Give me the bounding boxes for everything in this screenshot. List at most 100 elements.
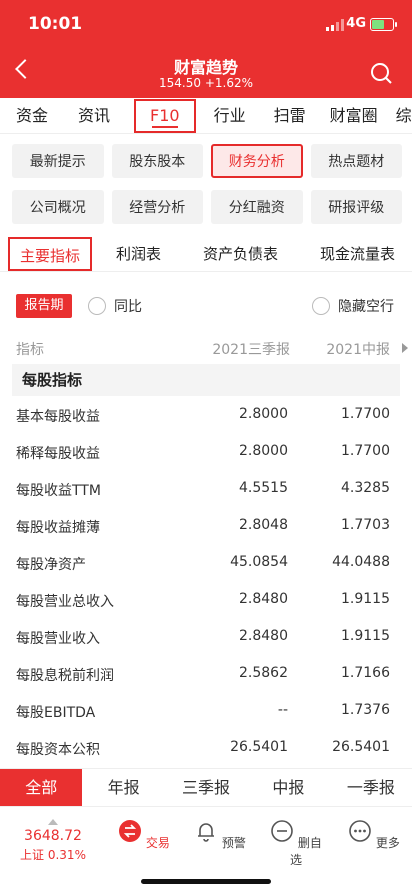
row-name: 稀释每股收益	[16, 446, 100, 462]
row-value-1: 26.5401	[230, 739, 288, 755]
nav-more-label: 更多	[375, 836, 400, 850]
tab-cash-flow[interactable]: 现金流量表	[310, 237, 405, 271]
financial-analysis-button[interactable]: 财务分析	[211, 144, 303, 178]
page-title: 财富趋势	[173, 58, 238, 77]
nav-remove-watchlist[interactable]: 删自选	[266, 819, 326, 868]
scroll-right-icon[interactable]	[402, 343, 408, 353]
hide-empty-radio[interactable]	[312, 297, 330, 315]
battery-icon	[370, 18, 397, 31]
tab-industry[interactable]: 行业	[196, 98, 256, 133]
hide-empty-label: 隐藏空行	[338, 299, 394, 315]
row-value-2: 1.7700	[341, 443, 390, 459]
period-annual-button[interactable]: 年报	[82, 769, 164, 806]
nav-remove-label: 删自选	[289, 836, 322, 867]
shareholder-button[interactable]: 股东股本	[111, 144, 203, 178]
tab-news[interactable]: 资讯	[58, 98, 120, 133]
row-name: 每股EBITDA	[16, 705, 96, 721]
row-value-1: 45.0854	[230, 554, 288, 570]
table-row[interactable]: 稀释每股收益 2.8000 1.7700	[0, 433, 412, 470]
index-ticker[interactable]: 3648.72 上证 0.31%	[18, 819, 88, 863]
row-name: 每股营业总收入	[16, 594, 114, 610]
tab-wealth-circle[interactable]: 财富圈	[316, 98, 388, 133]
table-row[interactable]: 每股收益摊薄 2.8048 1.7703	[0, 507, 412, 544]
table-row[interactable]: 每股营业总收入 2.8480 1.9115	[0, 581, 412, 618]
app-header: 10:01 4G 财富趋势 154.50 +1.62%	[0, 0, 412, 98]
nav-trade-label: 交易	[145, 836, 170, 850]
row-value-1: 4.5515	[239, 480, 288, 496]
table-row[interactable]: 每股营业收入 2.8480 1.9115	[0, 618, 412, 655]
period-q3-button[interactable]: 三季报	[165, 769, 247, 806]
research-rating-button[interactable]: 研报评级	[310, 190, 402, 224]
row-value-1: 2.8480	[239, 591, 288, 607]
hot-topics-button[interactable]: 热点题材	[310, 144, 402, 178]
row-value-2: 1.7376	[341, 702, 390, 718]
row-value-1: 2.8000	[239, 406, 288, 422]
tab-more[interactable]: 综	[388, 98, 412, 133]
header-indicator: 指标	[16, 342, 44, 358]
nav-alert[interactable]: 预警	[190, 819, 250, 851]
row-value-2: 1.7703	[341, 517, 390, 533]
company-overview-button[interactable]: 公司概况	[12, 190, 104, 224]
table-row[interactable]: 每股净资产 45.0854 44.0488	[0, 544, 412, 581]
home-indicator	[141, 879, 271, 884]
nav-trade[interactable]: 交易	[114, 819, 174, 851]
yoy-radio[interactable]	[88, 297, 106, 315]
minus-circle-icon	[271, 820, 293, 842]
tab-funds[interactable]: 资金	[0, 98, 58, 133]
tab-key-indicators[interactable]: 主要指标	[8, 236, 93, 271]
bottom-nav: 3648.72 上证 0.31% 交易 预警 删自选 更多	[0, 806, 412, 892]
row-name: 每股收益TTM	[16, 483, 101, 499]
table-row[interactable]: 每股资本公积 26.5401 26.5401	[0, 729, 412, 766]
row-value-2: 1.7166	[341, 665, 390, 681]
row-value-2: 1.9115	[341, 591, 390, 607]
row-name: 每股营业收入	[16, 631, 100, 647]
row-value-2: 26.5401	[332, 739, 390, 755]
period-all-button[interactable]: 全部	[0, 769, 83, 806]
row-name: 每股收益摊薄	[16, 520, 100, 536]
row-name: 每股净资产	[16, 557, 86, 573]
latest-tips-button[interactable]: 最新提示	[12, 144, 104, 178]
operation-analysis-button[interactable]: 经营分析	[111, 190, 203, 224]
row-name: 每股资本公积	[16, 742, 100, 758]
stock-change: +1.62%	[204, 76, 253, 90]
price-line: 154.50 +1.62%	[0, 76, 412, 90]
period-h1-button[interactable]: 中报	[247, 769, 329, 806]
more-icon	[349, 820, 371, 842]
tab-balance-sheet[interactable]: 资产负债表	[193, 237, 288, 271]
index-value: 3648.72	[24, 828, 82, 844]
row-value-2: 44.0488	[332, 554, 390, 570]
stock-price: 154.50	[158, 76, 201, 90]
table-body: 基本每股收益 2.8000 1.7700 稀释每股收益 2.8000 1.7700 每股…	[0, 396, 412, 766]
header-h1-2021: 2021中报	[326, 342, 390, 358]
function-grid: 最新提示 股东股本 财务分析 热点题材 公司概况 经营分析 分红融资 研报评级	[12, 144, 402, 224]
tab-income-statement[interactable]: 利润表	[106, 237, 171, 271]
filter-row: 报告期 同比 隐藏空行	[0, 286, 412, 326]
report-period-button[interactable]: 报告期	[16, 294, 72, 318]
period-q1-button[interactable]: 一季报	[330, 769, 412, 806]
table-row[interactable]: 基本每股收益 2.8000 1.7700	[0, 396, 412, 433]
section-title: 每股指标	[12, 364, 400, 396]
tab-risk-scan[interactable]: 扫雷	[256, 98, 316, 133]
sub-tab-bar: 主要指标 利润表 资产负债表 现金流量表	[0, 236, 412, 272]
trade-icon	[119, 820, 142, 842]
table-header: 指标 2021三季报 2021中报	[0, 330, 412, 364]
yoy-label: 同比	[114, 299, 142, 315]
row-value-1: 2.8480	[239, 628, 288, 644]
signal-icon	[326, 19, 344, 31]
table-row[interactable]: 每股EBITDA -- 1.7376	[0, 692, 412, 729]
table-row[interactable]: 每股息税前利润 2.5862 1.7166	[0, 655, 412, 692]
nav-more[interactable]: 更多	[344, 819, 404, 851]
search-icon[interactable]	[370, 62, 392, 84]
top-tab-bar: 资金 资讯 F10 行业 扫雷 财富圈 综	[0, 98, 412, 134]
status-bar: 10:01 4G	[0, 14, 412, 38]
table-row[interactable]: 每股收益TTM 4.5515 4.3285	[0, 470, 412, 507]
dividend-financing-button[interactable]: 分红融资	[211, 190, 303, 224]
period-filter-bar: 全部 年报 三季报 中报 一季报	[0, 768, 412, 806]
row-value-1: --	[277, 702, 288, 718]
row-value-2: 1.7700	[341, 406, 390, 422]
status-time: 10:01	[28, 14, 83, 34]
row-value-2: 1.9115	[341, 628, 390, 644]
row-value-1: 2.5862	[239, 665, 288, 681]
row-name: 基本每股收益	[16, 409, 100, 425]
tab-f10[interactable]: F10	[134, 98, 196, 133]
